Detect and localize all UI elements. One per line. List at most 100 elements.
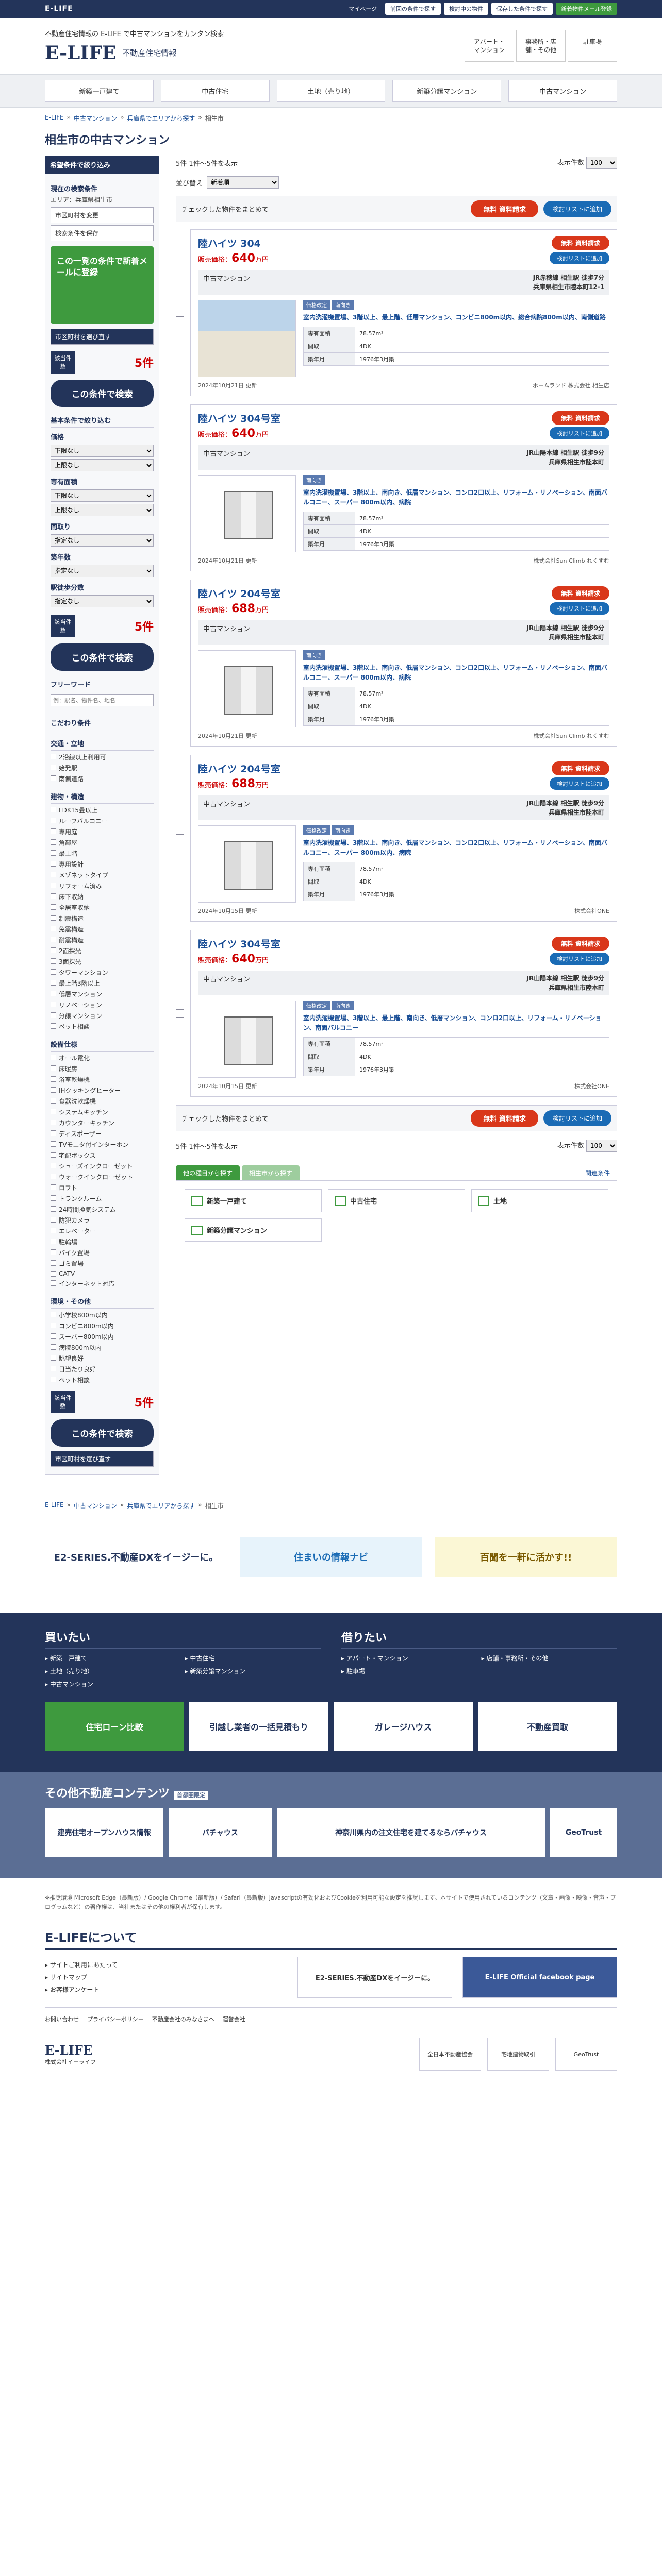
condition-checkbox[interactable]: 制震構造 <box>51 914 154 923</box>
condition-checkbox[interactable]: カウンターキッチン <box>51 1118 154 1127</box>
checkbox[interactable] <box>51 1249 56 1255</box>
tab-city[interactable]: 相生市から探す <box>242 1165 300 1180</box>
gnav-land[interactable]: 土地（売り地） <box>276 80 386 102</box>
top-link-saved-search[interactable]: 保存した条件で探す <box>491 3 553 15</box>
checkbox[interactable] <box>51 947 56 953</box>
age-select[interactable]: 指定なし <box>51 565 154 577</box>
checkbox[interactable] <box>51 1141 56 1147</box>
condition-checkbox[interactable]: ディスポーザー <box>51 1129 154 1138</box>
condition-checkbox[interactable]: 最上階 <box>51 849 154 858</box>
other-pachahouse-ad[interactable]: 神奈川県内の注文住宅を建てるならパチャウス <box>277 1808 545 1857</box>
condition-checkbox[interactable]: LDK15畳以上 <box>51 806 154 815</box>
listing-checkbox[interactable] <box>176 659 184 667</box>
checkbox[interactable] <box>51 1163 56 1168</box>
header-link-parking[interactable]: 駐車場 <box>568 30 617 62</box>
condition-checkbox[interactable]: タワーマンション <box>51 968 154 977</box>
reselect-area-button-2[interactable]: 市区町村を選び直す <box>51 1451 154 1467</box>
condition-checkbox[interactable]: ルーフバルコニー <box>51 817 154 825</box>
search-button-2[interactable]: この条件で検索 <box>51 643 154 671</box>
condition-checkbox[interactable]: 専用庭 <box>51 827 154 836</box>
checkbox[interactable] <box>51 1023 56 1029</box>
header-link-rent[interactable]: アパート・マンション <box>465 30 514 62</box>
gnav-new-house[interactable]: 新築一戸建て <box>45 80 154 102</box>
checkbox[interactable] <box>51 807 56 812</box>
condition-checkbox[interactable]: 食器洗乾燥機 <box>51 1097 154 1106</box>
listing-photo[interactable] <box>198 1001 296 1078</box>
about-e2-banner[interactable]: E2-SERIES.不動産DXをイージーに。 <box>297 1957 452 1998</box>
logo[interactable]: E-LIFE 不動産住宅情報 <box>45 42 224 64</box>
checkbox[interactable] <box>51 915 56 921</box>
condition-checkbox[interactable]: 防犯カメラ <box>51 1216 154 1225</box>
condition-checkbox[interactable]: 最上階3階以上 <box>51 979 154 988</box>
banner-e2series[interactable]: E2-SERIES.不動産DXをイージーに。 <box>45 1537 227 1577</box>
top-link-mail[interactable]: 新着物件メール登録 <box>556 3 617 15</box>
checkbox[interactable] <box>51 1228 56 1233</box>
related-conditions-link[interactable]: 関連条件 <box>578 1165 617 1180</box>
listing-name[interactable]: 陸ハイツ 204号室 <box>198 586 280 600</box>
condition-checkbox[interactable]: 床下収納 <box>51 892 154 901</box>
listing-name[interactable]: 陸ハイツ 304号室 <box>198 411 280 425</box>
checkbox[interactable] <box>51 1344 56 1350</box>
checkbox[interactable] <box>51 1195 56 1201</box>
checkbox[interactable] <box>51 1312 56 1317</box>
reselect-area-button[interactable]: 市区町村を選び直す <box>51 329 154 345</box>
related-used-house[interactable]: 中古住宅 <box>328 1189 465 1212</box>
price-min-select[interactable]: 下限なし <box>51 445 154 457</box>
checkbox[interactable] <box>51 1002 56 1007</box>
request-button[interactable]: 無料 資料請求 <box>551 236 609 250</box>
condition-checkbox[interactable]: インターネット対応 <box>51 1279 154 1288</box>
gnav-used-mansion[interactable]: 中古マンション <box>508 80 617 102</box>
condition-checkbox[interactable]: 分譲マンション <box>51 1011 154 1020</box>
condition-checkbox[interactable]: 角部屋 <box>51 838 154 847</box>
checkbox[interactable] <box>51 1184 56 1190</box>
checkbox[interactable] <box>51 1377 56 1382</box>
condition-checkbox[interactable]: 日当たり良好 <box>51 1365 154 1374</box>
checkbox[interactable] <box>51 1239 56 1244</box>
search-button[interactable]: この条件で検索 <box>51 380 154 407</box>
checkbox[interactable] <box>51 775 56 781</box>
checkbox[interactable] <box>51 980 56 986</box>
condition-checkbox[interactable]: ロフト <box>51 1183 154 1192</box>
area-min-select[interactable]: 下限なし <box>51 489 154 502</box>
listing-name[interactable]: 陸ハイツ 204号室 <box>198 761 280 775</box>
logo-text[interactable]: E-LIFE <box>45 42 116 64</box>
top-brand[interactable]: E-LIFE <box>45 5 73 13</box>
condition-checkbox[interactable]: ゴミ置場 <box>51 1259 154 1268</box>
condition-group-head[interactable]: 交通・立地 <box>51 735 154 751</box>
other-pachahouse[interactable]: パチャウス <box>169 1808 272 1857</box>
condition-checkbox[interactable]: シューズインクローゼット <box>51 1162 154 1171</box>
checkbox[interactable] <box>51 969 56 975</box>
tab-other-types[interactable]: 他の種目から探す <box>176 1165 240 1180</box>
condition-checkbox[interactable]: 宅配ボックス <box>51 1151 154 1160</box>
checkbox[interactable] <box>51 818 56 823</box>
ad-loan[interactable]: 住宅ローン比較 <box>45 1702 184 1751</box>
condition-checkbox[interactable]: 眺望良好 <box>51 1354 154 1363</box>
checkbox[interactable] <box>51 828 56 834</box>
favorite-button[interactable]: 検討リストに追加 <box>550 427 609 439</box>
condition-checkbox[interactable]: 全居室収納 <box>51 903 154 912</box>
listing-photo[interactable] <box>198 650 296 727</box>
checkbox[interactable] <box>51 1206 56 1212</box>
condition-checkbox[interactable]: ウォークインクローゼット <box>51 1173 154 1181</box>
favorite-button[interactable]: 検討リストに追加 <box>550 602 609 615</box>
request-button[interactable]: 無料 資料請求 <box>551 937 609 951</box>
favorite-button[interactable]: 検討リストに追加 <box>550 777 609 790</box>
favorite-button[interactable]: 検討リストに追加 <box>550 953 609 965</box>
condition-checkbox[interactable]: 浴室乾燥機 <box>51 1075 154 1084</box>
checkbox[interactable] <box>51 1366 56 1371</box>
condition-checkbox[interactable]: システムキッチン <box>51 1108 154 1116</box>
banner-navi[interactable]: 住まいの情報ナビ <box>240 1537 422 1577</box>
condition-group-head[interactable]: 設備仕様 <box>51 1036 154 1052</box>
checkbox[interactable] <box>51 1012 56 1018</box>
condition-checkbox[interactable]: エレベーター <box>51 1227 154 1235</box>
mypage-link[interactable]: マイページ <box>343 3 382 15</box>
checkbox[interactable] <box>51 1087 56 1093</box>
checkbox[interactable] <box>51 1217 56 1223</box>
search-button-3[interactable]: この条件で検索 <box>51 1419 154 1447</box>
condition-checkbox[interactable]: 床暖房 <box>51 1064 154 1073</box>
related-land[interactable]: 土地 <box>471 1189 608 1212</box>
listing-checkbox[interactable] <box>176 1009 184 1018</box>
condition-checkbox[interactable]: IHクッキングヒーター <box>51 1086 154 1095</box>
condition-checkbox[interactable]: 小学校800m以内 <box>51 1311 154 1319</box>
condition-checkbox[interactable]: TVモニタ付インターホン <box>51 1140 154 1149</box>
